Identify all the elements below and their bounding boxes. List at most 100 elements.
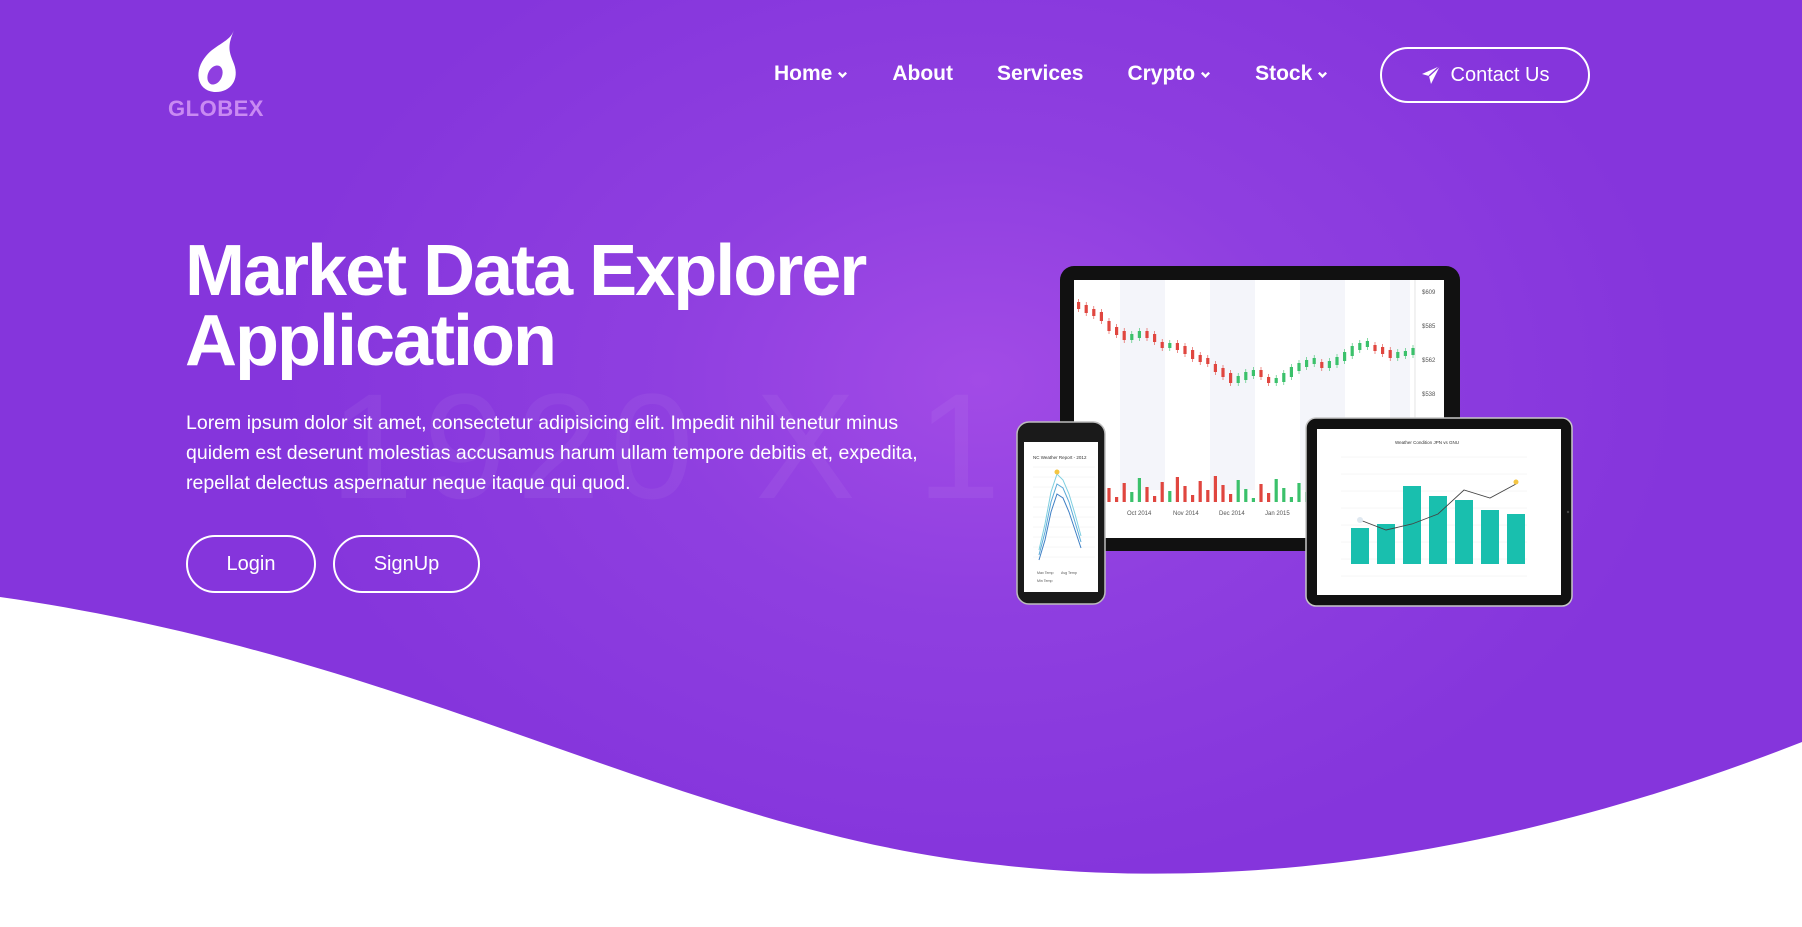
candle	[1191, 350, 1195, 359]
contact-us-label: Contact Us	[1450, 63, 1550, 86]
phone-legend-item: Max Temp	[1037, 571, 1054, 575]
nav-item-label: Crypto	[1127, 62, 1196, 85]
devices-illustration: $609 $585 $562 $538 Oct 2014 Nov 2014 De…	[1016, 266, 1573, 607]
candle	[1168, 343, 1172, 348]
candle	[1305, 360, 1309, 367]
candle	[1350, 346, 1354, 356]
volume-bar	[1183, 486, 1187, 502]
date-label: Nov 2014	[1173, 511, 1199, 517]
volume-bar	[1213, 476, 1217, 502]
volume-bar	[1289, 497, 1293, 502]
price-label: $562	[1422, 358, 1436, 364]
volume-bar	[1153, 496, 1157, 502]
hero-title: Market Data Explorer Application	[185, 235, 945, 377]
signup-label: SignUp	[373, 552, 440, 575]
volume-bar	[1297, 483, 1301, 502]
price-label: $609	[1422, 290, 1436, 296]
volume-bar	[1191, 495, 1195, 502]
volume-bar	[1221, 485, 1225, 502]
chevron-down-icon	[1318, 71, 1328, 78]
flame-logo-icon	[198, 30, 236, 93]
logo[interactable]: GLOBEX	[166, 28, 266, 122]
nav-item-label: Services	[997, 62, 1084, 85]
wave-divider	[0, 597, 1802, 927]
candle	[1221, 368, 1225, 377]
candle	[1137, 331, 1141, 338]
volume-bar	[1107, 488, 1111, 502]
login-button[interactable]: Login	[186, 535, 316, 593]
volume-bar	[1122, 483, 1126, 502]
signup-button[interactable]: SignUp	[333, 535, 480, 593]
chevron-down-icon	[838, 71, 848, 78]
candle	[1335, 357, 1339, 365]
phone-legend-item: Avg Temp	[1061, 571, 1077, 575]
candle	[1115, 327, 1119, 335]
volume-bar	[1137, 478, 1141, 502]
nav-item-stock[interactable]: Stock	[1255, 62, 1328, 86]
candle	[1320, 362, 1324, 368]
date-label: Oct 2014	[1127, 511, 1152, 517]
candle	[1343, 352, 1347, 361]
volume-bar	[1251, 498, 1255, 502]
volume-bar	[1115, 497, 1119, 502]
candle	[1213, 364, 1217, 372]
phone-mockup: NC Weather Report - 2012 Max Temp Avg Te…	[1016, 421, 1106, 605]
volume-bar	[1198, 481, 1202, 502]
candle	[1365, 341, 1369, 347]
volume-bar	[1236, 480, 1240, 502]
candle	[1289, 367, 1293, 377]
candle	[1122, 331, 1126, 340]
candle	[1312, 358, 1316, 364]
main-nav: Home About Services Crypto Stock	[774, 62, 1372, 86]
candle	[1107, 321, 1111, 331]
contact-us-button[interactable]: Contact Us	[1380, 47, 1590, 103]
date-label: Jan 2015	[1265, 511, 1290, 517]
volume-bar	[1175, 477, 1179, 502]
phone-chart-title: NC Weather Report - 2012	[1033, 455, 1087, 460]
candle	[1259, 370, 1263, 377]
hero-title-line1: Market Data Explorer	[185, 231, 867, 311]
candle	[1206, 358, 1210, 364]
paper-plane-icon	[1421, 65, 1441, 84]
chevron-down-icon	[1201, 71, 1211, 78]
candle	[1145, 331, 1149, 338]
candle	[1229, 373, 1233, 383]
login-label: Login	[226, 552, 276, 575]
candle	[1077, 302, 1081, 309]
candle	[1092, 309, 1096, 316]
phone-legend-item: Min Temp	[1037, 579, 1053, 583]
tablet-chart-title: Weather Condition JPN vs GNU	[1395, 440, 1459, 445]
hero-description: Lorem ipsum dolor sit amet, consectetur …	[186, 412, 918, 494]
volume-bar	[1160, 482, 1164, 502]
nav-item-label: Home	[774, 62, 833, 85]
nav-item-crypto[interactable]: Crypto	[1127, 62, 1211, 86]
volume-bar	[1130, 492, 1134, 502]
nav-item-home[interactable]: Home	[774, 62, 848, 86]
candle	[1099, 312, 1103, 321]
candle	[1396, 352, 1400, 358]
price-label: $585	[1422, 324, 1436, 330]
candle	[1274, 378, 1278, 383]
nav-item-label: Stock	[1255, 62, 1313, 85]
candle	[1403, 351, 1407, 356]
nav-item-about[interactable]: About	[892, 62, 953, 86]
volume-bar	[1168, 491, 1172, 502]
nav-item-label: About	[892, 62, 954, 85]
candle	[1251, 370, 1255, 376]
nav-item-services[interactable]: Services	[997, 62, 1083, 86]
volume-bar	[1229, 494, 1233, 502]
candle	[1175, 343, 1179, 350]
price-label: $538	[1422, 392, 1436, 398]
volume-bar	[1282, 488, 1286, 502]
volume-bar	[1267, 493, 1271, 502]
candle	[1411, 348, 1415, 355]
candle	[1388, 350, 1392, 358]
candle	[1282, 373, 1286, 382]
volume-bar	[1274, 479, 1278, 502]
tablet-mockup: Weather Condition JPN vs GNU	[1305, 417, 1573, 607]
candle	[1153, 334, 1157, 342]
candle	[1198, 355, 1202, 362]
candle	[1236, 376, 1240, 383]
candle	[1084, 305, 1088, 313]
volume-bar	[1206, 490, 1210, 502]
